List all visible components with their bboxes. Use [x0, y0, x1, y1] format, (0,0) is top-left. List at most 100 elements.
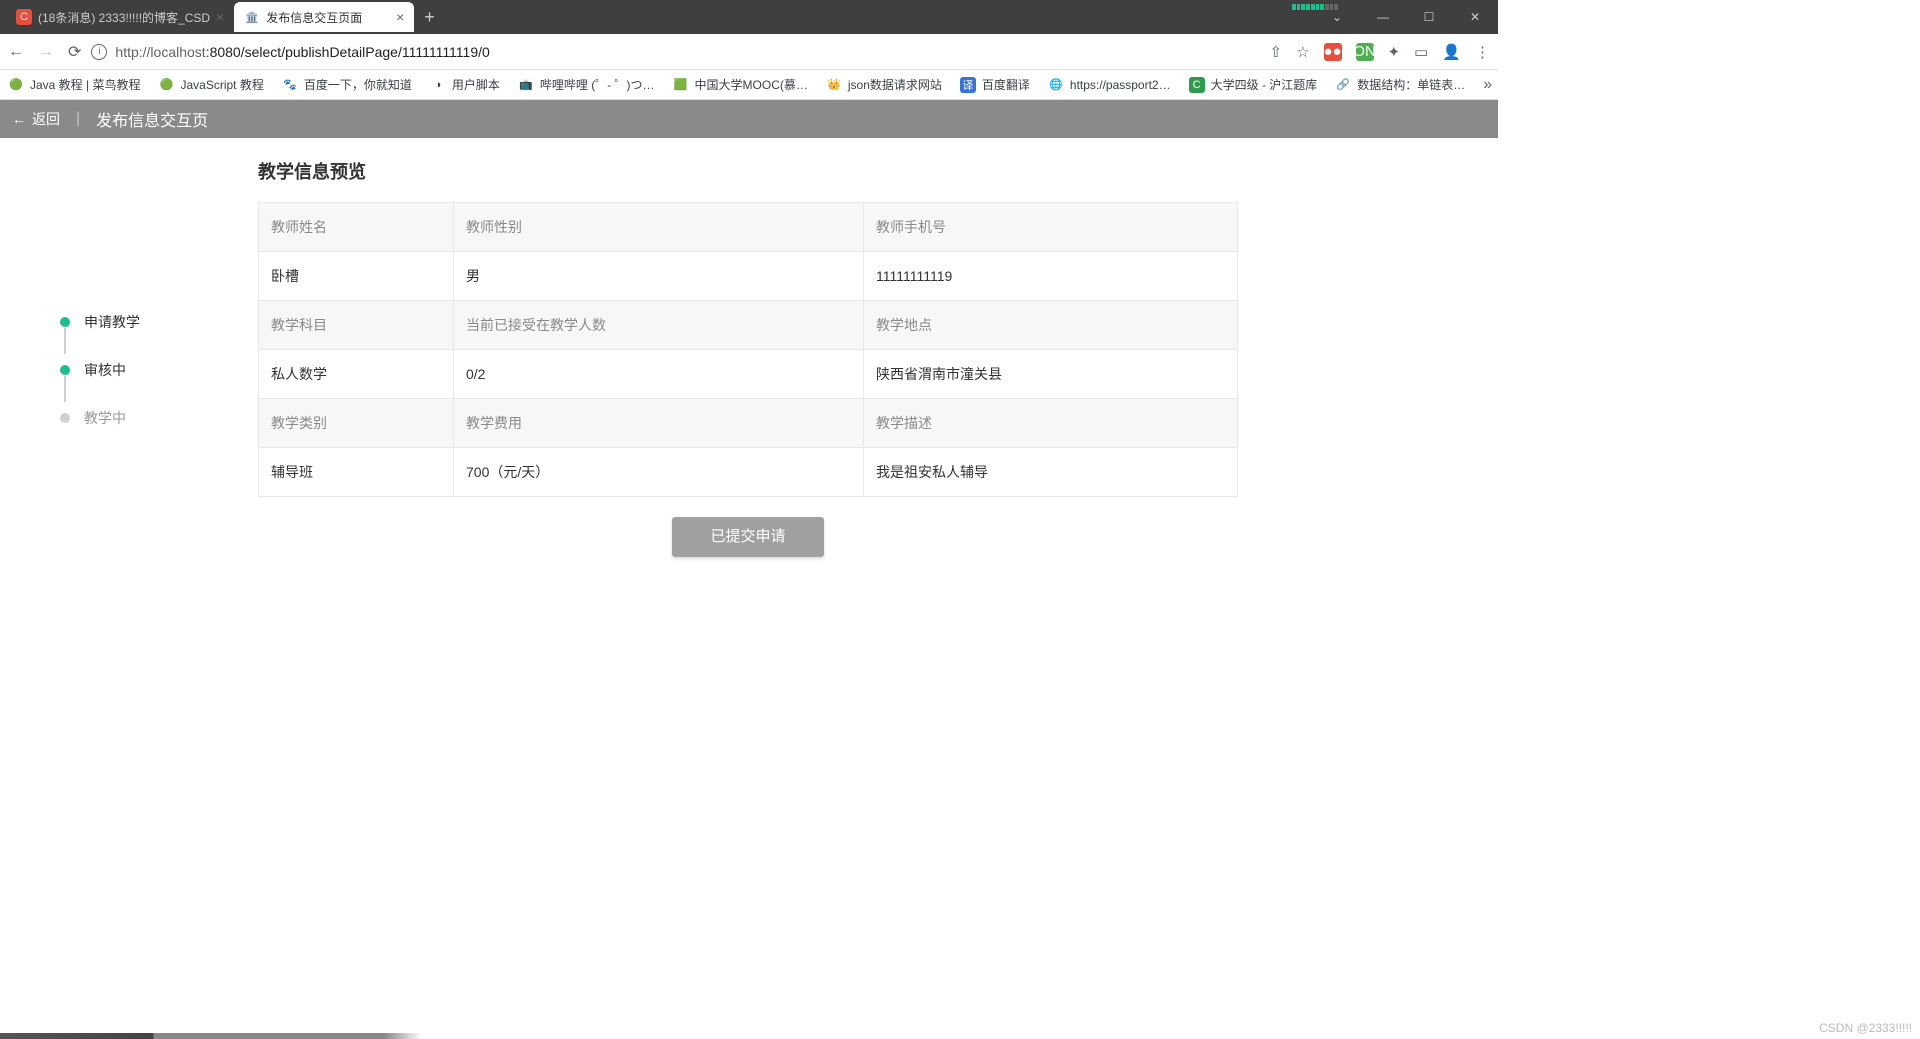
header-teacher-gender: 教师性别 — [454, 203, 864, 252]
minimize-icon[interactable]: — — [1360, 0, 1406, 34]
step-dot-icon — [60, 365, 70, 375]
table-row: 私人数学 0/2 陕西省渭南市潼关县 — [259, 350, 1238, 399]
bookmark-item[interactable]: 🟩 中国大学MOOC(慕… — [673, 76, 808, 93]
extensions-icon[interactable]: ✦ — [1388, 43, 1401, 61]
steps-sidebar: 申请教学 审核中 教学中 — [0, 158, 258, 557]
value-fee: 700（元/天） — [454, 448, 864, 497]
header-teacher-name: 教师姓名 — [259, 203, 454, 252]
bookmark-icon: 🟢 — [8, 77, 24, 93]
url-port: :8080 — [206, 44, 241, 60]
reading-list-icon[interactable]: ▭ — [1414, 43, 1428, 61]
step-dot-icon — [60, 413, 70, 423]
step-label: 审核中 — [84, 360, 126, 380]
bookmark-label: 百度翻译 — [982, 76, 1030, 93]
bookmark-item[interactable]: 🔗 数据结构：单链表… — [1335, 76, 1465, 93]
bookmark-label: JavaScript 教程 — [180, 76, 263, 93]
value-teacher-name: 卧槽 — [259, 252, 454, 301]
bookmark-item[interactable]: 📺 哔哩哔哩 (゜- ゜)つ… — [518, 76, 655, 93]
bookmark-label: 百度一下，你就知道 — [304, 76, 412, 93]
header-subject: 教学科目 — [259, 301, 454, 350]
step-label: 申请教学 — [84, 312, 140, 332]
value-capacity: 0/2 — [454, 350, 864, 399]
bookmark-label: 中国大学MOOC(慕… — [695, 76, 808, 93]
step-dot-icon — [60, 317, 70, 327]
extension-icon[interactable]: ●● — [1324, 43, 1342, 61]
header-fee: 教学费用 — [454, 399, 864, 448]
bookmarks-overflow-icon[interactable]: » — [1483, 76, 1492, 94]
header-category: 教学类别 — [259, 399, 454, 448]
browser-tab-strip: C (18条消息) 2333!!!!!的博客_CSD × 🏛️ 发布信息交互页面… — [0, 0, 1498, 34]
bookmark-label: 哔哩哔哩 (゜- ゜)つ… — [540, 76, 655, 93]
table-row: 卧槽 男 11111111119 — [259, 252, 1238, 301]
bookmark-item[interactable]: 👑 json数据请求网站 — [826, 76, 942, 93]
favicon-csdn: C — [16, 9, 32, 25]
forward-icon[interactable]: → — [38, 43, 54, 61]
separator: | — [76, 110, 80, 128]
browser-tab-active[interactable]: 🏛️ 发布信息交互页面 × — [234, 2, 414, 32]
table-row: 教学科目 当前已接受在教学人数 教学地点 — [259, 301, 1238, 350]
bookmark-item[interactable]: 译百度翻译 — [960, 76, 1030, 93]
bookmark-label: 大学四级 - 沪江题库 — [1211, 76, 1318, 93]
window-dropdown-icon[interactable]: ⌄ — [1314, 0, 1360, 34]
window-close-icon[interactable]: ✕ — [1452, 0, 1498, 34]
tab-title: 发布信息交互页面 — [266, 9, 390, 26]
main-panel: 教学信息预览 教师姓名 教师性别 教师手机号 卧槽 男 11111111119 … — [258, 158, 1238, 557]
bookmark-label: json数据请求网站 — [848, 76, 942, 93]
bookmark-item[interactable]: 🌐https://passport2… — [1048, 77, 1171, 93]
bookmark-icon: 🌐 — [1048, 77, 1064, 93]
table-row: 教师姓名 教师性别 教师手机号 — [259, 203, 1238, 252]
site-info-icon[interactable]: i — [91, 44, 107, 60]
bookmark-label: Java 教程 | 菜鸟教程 — [30, 76, 140, 93]
menu-icon[interactable]: ⋮ — [1475, 43, 1490, 61]
close-icon[interactable]: × — [216, 9, 224, 25]
header-teacher-phone: 教师手机号 — [864, 203, 1238, 252]
new-tab-button[interactable]: + — [414, 7, 445, 28]
bookmark-label: 数据结构：单链表… — [1357, 76, 1465, 93]
step-label: 教学中 — [84, 408, 126, 428]
submitted-button: 已提交申请 — [672, 517, 823, 557]
value-teacher-phone: 11111111119 — [864, 252, 1238, 301]
bookmark-label: 用户脚本 — [452, 76, 500, 93]
close-icon[interactable]: × — [396, 9, 404, 25]
bookmark-icon: 🟩 — [673, 77, 689, 93]
bookmark-item[interactable]: 🟢 JavaScript 教程 — [158, 76, 263, 93]
back-icon[interactable]: ← — [8, 43, 24, 61]
reload-icon[interactable]: ⟳ — [68, 42, 81, 62]
url-input[interactable]: i http://localhost:8080/select/publishDe… — [91, 44, 1259, 60]
bookmark-item[interactable]: 🐾 百度一下，你就知道 — [282, 76, 412, 93]
bookmark-icon: 🐾 — [282, 77, 298, 93]
step-apply: 申请教学 — [60, 298, 258, 346]
header-capacity: 当前已接受在教学人数 — [454, 301, 864, 350]
table-row: 教学类别 教学费用 教学描述 — [259, 399, 1238, 448]
header-location: 教学地点 — [864, 301, 1238, 350]
value-teacher-gender: 男 — [454, 252, 864, 301]
bookmark-icon: 🔗 — [1335, 77, 1351, 93]
bookmark-icon: C — [1189, 77, 1205, 93]
extension-icon[interactable]: ON — [1356, 43, 1374, 61]
content-area: 申请教学 审核中 教学中 教学信息预览 教师姓名 教师性别 教师手机号 卧槽 男… — [0, 138, 1498, 557]
value-location: 陕西省渭南市潼关县 — [864, 350, 1238, 399]
section-title: 教学信息预览 — [258, 158, 1238, 184]
star-icon[interactable]: ☆ — [1296, 43, 1309, 61]
bookmark-icon: 👑 — [826, 77, 842, 93]
browser-tab-inactive[interactable]: C (18条消息) 2333!!!!!的博客_CSD × — [6, 2, 234, 32]
value-category: 辅导班 — [259, 448, 454, 497]
profile-icon[interactable]: 👤 — [1442, 43, 1461, 61]
taskbar — [0, 1033, 1920, 1039]
back-arrow-icon: ← — [12, 111, 26, 127]
bookmark-icon: 🟢 — [158, 77, 174, 93]
share-icon[interactable]: ⇧ — [1270, 43, 1283, 61]
maximize-icon[interactable]: ☐ — [1406, 0, 1452, 34]
page-header: ← 返回 | 发布信息交互页 — [0, 100, 1498, 138]
bookmark-icon: 译 — [960, 77, 976, 93]
bookmark-item[interactable]: 🟢 Java 教程 | 菜鸟教程 — [8, 76, 140, 93]
back-link[interactable]: ← 返回 — [12, 109, 60, 129]
step-review: 审核中 — [60, 346, 258, 394]
page-title: 发布信息交互页 — [96, 107, 208, 131]
bookmark-icon: 📺 — [518, 77, 534, 93]
url-path: /select/publishDetailPage/11111111119/0 — [241, 44, 490, 60]
bookmarks-bar: 🟢 Java 教程 | 菜鸟教程 🟢 JavaScript 教程 🐾 百度一下，你就知… — [0, 70, 1498, 100]
value-subject: 私人数学 — [259, 350, 454, 399]
bookmark-item[interactable]: ◑用户脚本 — [430, 76, 500, 93]
bookmark-item[interactable]: C 大学四级 - 沪江题库 — [1189, 76, 1318, 93]
